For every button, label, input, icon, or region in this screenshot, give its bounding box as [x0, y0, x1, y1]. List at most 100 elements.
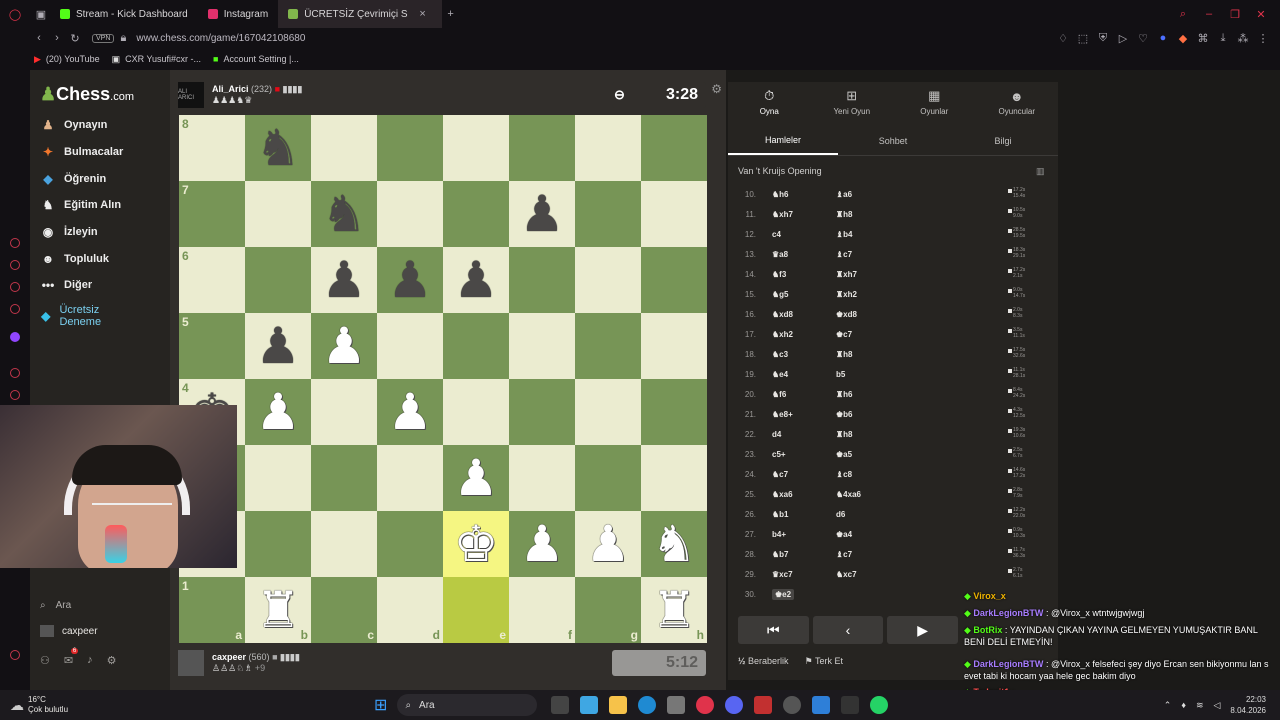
white-move[interactable]: ♞xa6 — [772, 490, 793, 499]
white-move[interactable]: ♞xh2 — [772, 330, 793, 339]
square-b3[interactable] — [245, 445, 311, 511]
square-e5[interactable] — [443, 313, 509, 379]
black-move[interactable]: ♚c7 — [836, 330, 852, 339]
black-move[interactable]: ♝c7 — [836, 250, 852, 259]
square-e6[interactable]: ♟ — [443, 247, 509, 313]
white-move[interactable]: ♞xd8 — [772, 310, 793, 319]
square-e2[interactable]: ♚ — [443, 511, 509, 577]
square-d4[interactable]: ♟ — [377, 379, 443, 445]
close-window-icon[interactable]: ✕ — [1252, 8, 1270, 21]
forward-icon[interactable]: › — [48, 32, 66, 44]
extension-icon[interactable]: ● — [1154, 32, 1172, 45]
volume-icon[interactable]: ◁ — [1213, 700, 1220, 711]
tab-games[interactable]: ▦ Oyunlar — [893, 82, 976, 122]
black-move[interactable]: ♞xc7 — [836, 570, 857, 579]
square-g8[interactable] — [575, 115, 641, 181]
square-a6[interactable]: 6 — [179, 247, 245, 313]
white-move[interactable]: ♞xh7 — [772, 210, 793, 219]
chat-username[interactable]: BotRix — [973, 625, 1002, 635]
square-e8[interactable] — [443, 115, 509, 181]
bookmark-cxr[interactable]: ▣ CXR Yusufi#cxr -... — [112, 54, 201, 65]
tab-instagram[interactable]: Instagram — [198, 0, 278, 28]
square-h8[interactable] — [641, 115, 707, 181]
sidebar-item-puzzles[interactable]: ✦ Bulmacalar — [40, 145, 123, 159]
whatsapp-icon[interactable] — [870, 696, 889, 714]
tab-moves[interactable]: Hamleler — [728, 126, 838, 155]
weather-icon[interactable]: ☁ — [10, 697, 24, 714]
square-d7[interactable] — [377, 181, 443, 247]
minimize-icon[interactable]: – — [1200, 8, 1218, 21]
square-b2[interactable] — [245, 511, 311, 577]
bookmark-account[interactable]: ■ Account Setting |... — [213, 54, 299, 64]
edge-icon[interactable] — [638, 696, 657, 714]
chess-board[interactable]: 8♞7♞♟6♟♟♟5♟♟4♚♟♟3♟2♚♟♟♞1ab♜cdefgh♜ — [179, 115, 707, 643]
white-rook-piece[interactable]: ♜ — [245, 577, 311, 643]
square-h6[interactable] — [641, 247, 707, 313]
copilot-icon[interactable] — [580, 696, 599, 714]
white-move[interactable]: ♞f3 — [772, 270, 786, 279]
white-pawn-piece[interactable]: ♟ — [575, 511, 641, 577]
white-pawn-piece[interactable]: ♟ — [443, 445, 509, 511]
square-g1[interactable]: g — [575, 577, 641, 643]
square-h1[interactable]: h ♜ — [641, 577, 707, 643]
close-tab-icon[interactable]: × — [414, 8, 432, 20]
square-h7[interactable] — [641, 181, 707, 247]
tab-manager-icon[interactable]: ▣ — [32, 8, 50, 21]
avatar[interactable] — [178, 650, 204, 676]
white-rook-piece[interactable]: ♜ — [641, 577, 707, 643]
square-h4[interactable] — [641, 379, 707, 445]
square-a8[interactable]: 8 — [179, 115, 245, 181]
opera-icon[interactable] — [696, 696, 715, 714]
square-g7[interactable] — [575, 181, 641, 247]
sidebar-shortcut-icon[interactable] — [10, 260, 20, 270]
sidebar-item-free-trial[interactable]: ◆ Ücretsiz Deneme — [40, 304, 120, 328]
previous-move-button[interactable]: ‹ — [812, 616, 884, 644]
draw-button[interactable]: ½ Beraberlik — [738, 656, 789, 667]
square-c7[interactable]: ♞ — [311, 181, 377, 247]
black-move[interactable]: ♜xh7 — [836, 270, 857, 279]
chat-username[interactable]: DarkLegionBTW — [973, 608, 1043, 618]
white-move[interactable]: ♞c7 — [772, 470, 788, 479]
square-f2[interactable]: ♟ — [509, 511, 575, 577]
steam-icon[interactable] — [783, 696, 802, 714]
square-g3[interactable] — [575, 445, 641, 511]
file-explorer-icon[interactable] — [609, 696, 628, 714]
black-move[interactable]: b5 — [836, 370, 845, 379]
url-field[interactable]: www.chess.com/game/167042108680 — [136, 33, 305, 44]
sidebar-item-watch[interactable]: ◉ İzleyin — [40, 225, 98, 239]
square-b4[interactable]: ♟ — [245, 379, 311, 445]
square-b6[interactable] — [245, 247, 311, 313]
square-e7[interactable] — [443, 181, 509, 247]
black-move[interactable]: ♝b4 — [836, 230, 853, 239]
chess-logo[interactable]: ♟Chess.com — [40, 84, 134, 105]
black-move[interactable]: ♜xh2 — [836, 290, 857, 299]
tab-kick[interactable]: Stream - Kick Dashboard — [50, 0, 198, 28]
menu-icon[interactable]: ⋮ — [1254, 32, 1272, 45]
square-c5[interactable]: ♟ — [311, 313, 377, 379]
white-move[interactable]: ♛a8 — [772, 250, 788, 259]
black-pawn-piece[interactable]: ♟ — [245, 313, 311, 379]
tab-new-game[interactable]: ⊞ Yeni Oyun — [811, 82, 894, 122]
sidebar-shortcut-icon[interactable] — [10, 368, 20, 378]
vpn-badge[interactable]: VPN — [92, 33, 115, 43]
white-king-piece[interactable]: ♚ — [443, 511, 509, 577]
search-tabs-icon[interactable]: ⌕ — [1174, 8, 1192, 21]
square-c3[interactable] — [311, 445, 377, 511]
sidebar-shortcut-icon[interactable] — [10, 304, 20, 314]
square-f6[interactable] — [509, 247, 575, 313]
extension-icon[interactable]: ◆ — [1174, 32, 1192, 45]
square-c4[interactable] — [311, 379, 377, 445]
tab-play[interactable]: ⏱ Oyna — [728, 82, 811, 122]
avatar[interactable]: ALI ARICI — [178, 82, 204, 108]
back-icon[interactable]: ‹ — [30, 32, 48, 44]
chat-username[interactable]: Virox_x — [973, 591, 1005, 601]
white-pawn-piece[interactable]: ♟ — [245, 379, 311, 445]
square-e1[interactable]: e — [443, 577, 509, 643]
square-d1[interactable]: d — [377, 577, 443, 643]
square-d6[interactable]: ♟ — [377, 247, 443, 313]
mic-icon[interactable]: ♦ — [1181, 700, 1186, 710]
white-move[interactable]: b4+ — [772, 530, 786, 539]
discord-icon[interactable] — [725, 696, 744, 714]
resign-button[interactable]: ⚑ Terk Et — [805, 656, 843, 667]
white-pawn-piece[interactable]: ♟ — [509, 511, 575, 577]
